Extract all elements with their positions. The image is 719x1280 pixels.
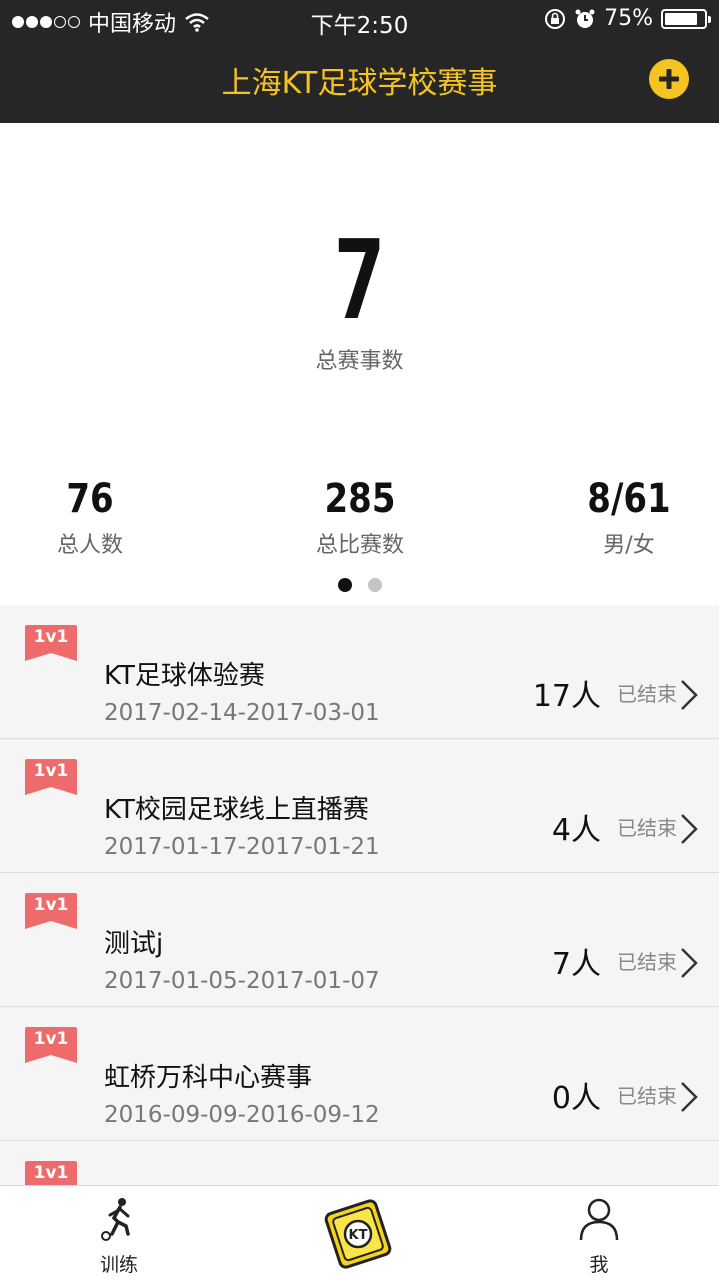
event-name: KT校园足球线上直播赛 (104, 795, 369, 825)
page-indicator[interactable] (0, 578, 719, 592)
event-status: 已结束 (617, 682, 677, 706)
user-icon (579, 1198, 619, 1241)
stat-label: 总比赛数 (315, 533, 404, 558)
list-item[interactable]: 1v1 虹桥万科中心赛事 2016-09-09-2016-09-12 0人 已结… (0, 1007, 719, 1141)
tab-label: 训练 (99, 1254, 138, 1276)
list-item[interactable]: 1v1 KT足球体验赛 2017-02-14-2017-03-01 17人 已结… (0, 605, 719, 739)
stat-value: 76 (66, 476, 114, 522)
participant-count: 7人 (551, 947, 601, 982)
event-dates: 2016-09-09-2016-09-12 (104, 1102, 380, 1128)
match-type-badge: 1v1 (25, 625, 77, 669)
battery-icon (661, 8, 711, 29)
list-item[interactable]: 1v1 (0, 1141, 719, 1185)
svg-text:KT: KT (349, 1228, 368, 1243)
stat-value: 8/61 (587, 476, 671, 522)
soccer-player-icon (101, 1198, 130, 1241)
summary-panel[interactable]: 7 总赛事数 76 总人数 285 总比赛数 8/61 男/女 (0, 123, 719, 605)
match-type-badge: 1v1 (25, 893, 77, 937)
chevron-right-icon (681, 1082, 698, 1112)
total-events-label: 总赛事数 (315, 349, 404, 374)
total-events-count: 7 (333, 216, 386, 344)
tab-label: 我 (589, 1254, 609, 1276)
page-dot-1[interactable] (337, 578, 352, 592)
chevron-right-icon (681, 948, 698, 978)
stat-label: 男/女 (603, 533, 655, 558)
stat-total-matches: 285 总比赛数 (260, 475, 460, 559)
rotation-lock-icon (545, 8, 566, 29)
event-name: KT足球体验赛 (104, 661, 265, 691)
page-title: 上海KT足球学校赛事 (221, 66, 498, 101)
event-dates: 2017-02-14-2017-03-01 (104, 700, 380, 726)
participant-count: 4人 (551, 813, 601, 848)
event-dates: 2017-01-17-2017-01-21 (104, 834, 380, 860)
stat-value: 285 (324, 476, 396, 522)
kt-logo-graphic: KT (324, 1199, 392, 1269)
tab-bar: 训练 KT 我 (0, 1185, 719, 1280)
event-name: 虹桥万科中心赛事 (104, 1063, 313, 1093)
status-right: 75% (544, 6, 711, 31)
match-type-badge: 1v1 (25, 759, 77, 803)
stat-label: 总人数 (56, 533, 123, 558)
stat-total-people: 76 总人数 (0, 475, 190, 559)
event-name: 测试j (104, 929, 164, 959)
match-type-badge: 1v1 (25, 1027, 77, 1071)
page-dot-2[interactable] (367, 578, 382, 592)
event-dates: 2017-01-05-2017-01-07 (104, 968, 380, 994)
tab-me[interactable]: 我 (539, 1196, 659, 1277)
event-status: 已结束 (617, 1084, 677, 1108)
tab-training[interactable]: 训练 (59, 1196, 179, 1277)
chevron-right-icon (681, 814, 698, 844)
list-item[interactable]: 1v1 测试j 2017-01-05-2017-01-07 7人 已结束 (0, 873, 719, 1007)
event-status: 已结束 (617, 950, 677, 974)
add-event-button[interactable] (649, 59, 689, 99)
alarm-icon (575, 9, 595, 28)
status-bar: 中国移动 下午2:50 75% (0, 0, 719, 40)
match-type-badge: 1v1 (25, 1161, 77, 1185)
chevron-right-icon (681, 680, 698, 710)
participant-count: 0人 (551, 1081, 601, 1116)
event-status: 已结束 (617, 816, 677, 840)
nav-bar: 上海KT足球学校赛事 (0, 40, 719, 123)
kt-logo-icon[interactable]: KT (320, 1196, 396, 1272)
plus-circle-icon (659, 69, 679, 89)
list-item[interactable]: 1v1 KT校园足球线上直播赛 2017-01-17-2017-01-21 4人… (0, 739, 719, 873)
battery-percent: 75% (604, 6, 653, 31)
stat-gender-ratio: 8/61 男/女 (529, 475, 719, 559)
participant-count: 17人 (532, 679, 601, 714)
event-list[interactable]: 1v1 KT足球体验赛 2017-02-14-2017-03-01 17人 已结… (0, 605, 719, 1185)
